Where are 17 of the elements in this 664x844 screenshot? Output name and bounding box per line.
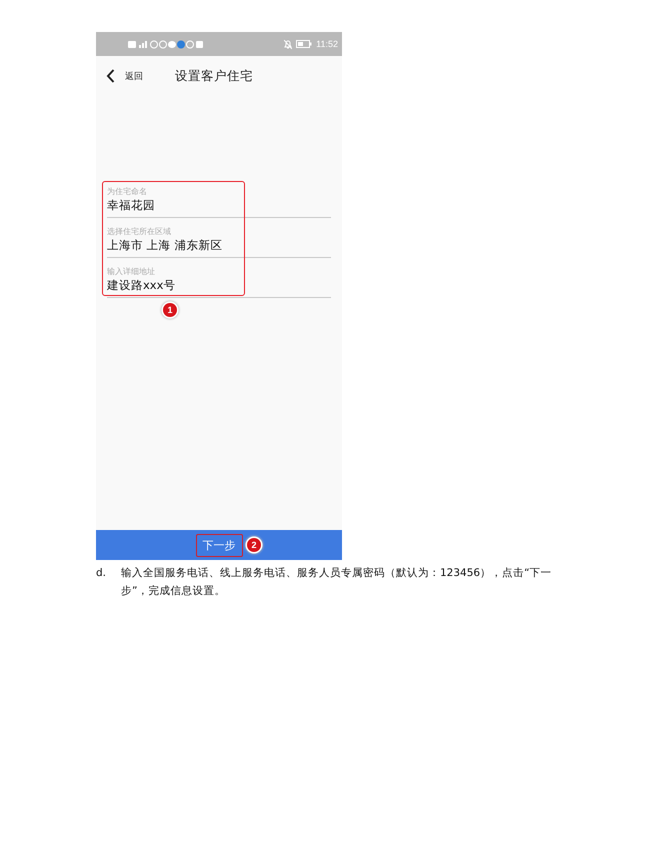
battery-icon <box>296 40 312 48</box>
screen-title: 设置客户住宅 <box>175 68 253 84</box>
field-label: 选择住宅所在区域 <box>107 226 171 237</box>
instruction-text: 输入全国服务电话、线上服务电话、服务人员专属密码（默认为：123456），点击“下一步”，完成信息设置。 <box>121 566 553 599</box>
input-field[interactable]: 幸福花园 <box>107 197 331 218</box>
field-label: 输入详细地址 <box>107 266 155 277</box>
list-marker: d. <box>96 566 108 581</box>
callout-badge: 1 <box>163 303 177 317</box>
input-field[interactable]: 建设路xxx号 <box>107 277 331 298</box>
bell-off-icon <box>284 40 292 48</box>
back-link[interactable]: 返回 <box>125 70 143 82</box>
field-label: 为住宅命名 <box>107 186 147 197</box>
back-icon[interactable] <box>106 69 115 83</box>
callout-badge: 2 <box>247 538 261 552</box>
input-field[interactable]: 上海市 上海 浦东新区 <box>107 237 331 258</box>
status-time: 11:52 <box>316 39 338 49</box>
next-button[interactable]: 下一步 <box>196 534 242 556</box>
